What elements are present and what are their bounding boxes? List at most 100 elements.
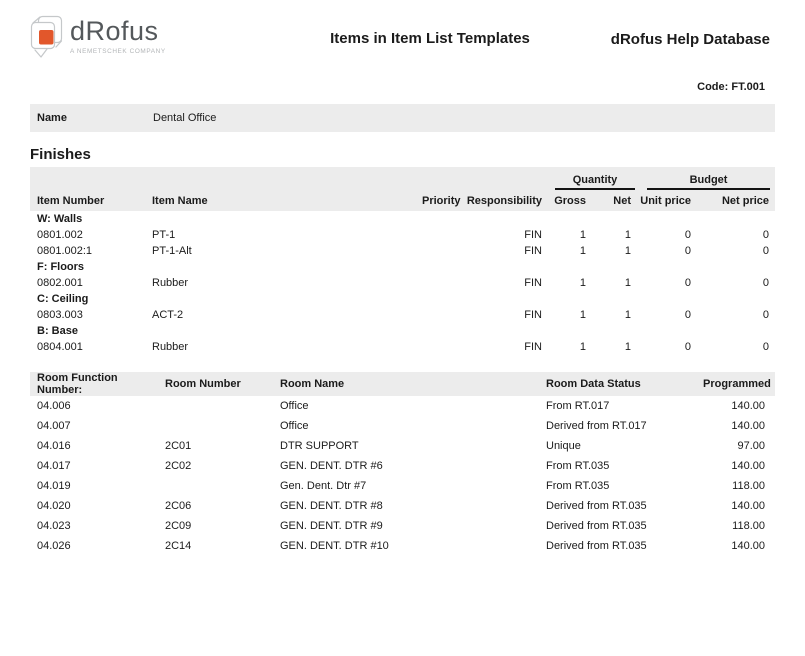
room-cell-stat: Derived from RT.017 <box>546 416 703 436</box>
finish-cell-resp: FIN <box>462 275 546 291</box>
room-cell-name: GEN. DENT. DTR #9 <box>280 516 546 536</box>
room-cell-stat: From RT.035 <box>546 456 703 476</box>
report-page: dRofus A NEMETSCHEK COMPANY Items in Ite… <box>0 0 805 656</box>
finish-cell-gross: 1 <box>546 275 592 291</box>
finish-cell-net: 1 <box>592 339 637 355</box>
finish-cell-netp: 0 <box>697 227 775 243</box>
finishes-table: Quantity Budget Item Number Item Name Pr… <box>30 167 775 355</box>
finishes-table-header: Quantity Budget Item Number Item Name Pr… <box>30 167 775 211</box>
quantity-group-header-cell: Quantity <box>546 167 637 190</box>
finish-group-label: C: Ceiling <box>30 291 775 307</box>
col-header-unit-price: Unit price <box>637 190 697 211</box>
finish-cell-unit: 0 <box>637 243 697 259</box>
finish-item-row: 0801.002:1PT-1-AltFIN1100 <box>30 243 775 259</box>
template-code: Code: FT.001 <box>697 81 765 93</box>
room-cell-prog: 140.00 <box>703 396 775 416</box>
finish-item-row: 0804.001RubberFIN1100 <box>30 339 775 355</box>
name-value: Dental Office <box>153 112 216 124</box>
room-cell-prog: 140.00 <box>703 456 775 476</box>
finish-cell-pri <box>422 307 462 323</box>
finish-cell-name: Rubber <box>152 275 422 291</box>
group-header-spacer <box>30 167 546 190</box>
room-cell-no: 2C14 <box>165 536 280 556</box>
room-cell-prog: 140.00 <box>703 416 775 436</box>
col-header-priority: Priority <box>422 190 462 211</box>
finish-cell-name: ACT-2 <box>152 307 422 323</box>
room-cell-name: Office <box>280 416 546 436</box>
col-header-room-function-number: Room Function Number: <box>30 372 165 396</box>
finish-cell-num: 0802.001 <box>30 275 152 291</box>
room-row: 04.0172C02GEN. DENT. DTR #6From RT.03514… <box>30 456 775 476</box>
finish-cell-num: 0801.002 <box>30 227 152 243</box>
col-header-responsibility: Responsibility <box>462 190 546 211</box>
room-cell-prog: 140.00 <box>703 496 775 516</box>
finish-group-row: C: Ceiling <box>30 291 775 307</box>
finish-item-row: 0802.001RubberFIN1100 <box>30 275 775 291</box>
room-cell-no <box>165 416 280 436</box>
room-cell-stat: Unique <box>546 436 703 456</box>
finish-cell-netp: 0 <box>697 307 775 323</box>
finish-cell-net: 1 <box>592 275 637 291</box>
room-cell-name: DTR SUPPORT <box>280 436 546 456</box>
col-header-net: Net <box>592 190 637 211</box>
finish-cell-name: PT-1 <box>152 227 422 243</box>
col-header-programmed: Programmed <box>703 372 775 396</box>
finish-item-row: 0801.002PT-1FIN1100 <box>30 227 775 243</box>
room-cell-name: GEN. DENT. DTR #6 <box>280 456 546 476</box>
database-name: dRofus Help Database <box>611 31 770 48</box>
finish-group-label: W: Walls <box>30 211 775 227</box>
section-title-finishes: Finishes <box>30 146 91 163</box>
finish-cell-gross: 1 <box>546 307 592 323</box>
room-cell-fn: 04.026 <box>30 536 165 556</box>
room-cell-stat: Derived from RT.035 <box>546 496 703 516</box>
room-row: 04.007OfficeDerived from RT.017140.00 <box>30 416 775 436</box>
room-cell-stat: From RT.035 <box>546 476 703 496</box>
finish-group-row: W: Walls <box>30 211 775 227</box>
col-header-room-number: Room Number <box>165 372 280 396</box>
finish-cell-pri <box>422 243 462 259</box>
quantity-group-header: Quantity <box>573 174 618 186</box>
finish-cell-resp: FIN <box>462 243 546 259</box>
room-cell-stat: Derived from RT.035 <box>546 516 703 536</box>
finish-cell-name: PT-1-Alt <box>152 243 422 259</box>
finish-cell-pri <box>422 275 462 291</box>
finish-cell-num: 0804.001 <box>30 339 152 355</box>
room-cell-fn: 04.019 <box>30 476 165 496</box>
room-row: 04.019Gen. Dent. Dtr #7From RT.035118.00 <box>30 476 775 496</box>
finish-cell-unit: 0 <box>637 227 697 243</box>
finish-cell-resp: FIN <box>462 339 546 355</box>
room-row: 04.006OfficeFrom RT.017140.00 <box>30 396 775 416</box>
room-table: Room Function Number: Room Number Room N… <box>30 372 775 556</box>
room-table-header: Room Function Number: Room Number Room N… <box>30 372 775 396</box>
room-cell-no: 2C02 <box>165 456 280 476</box>
room-cell-prog: 118.00 <box>703 516 775 536</box>
finish-group-row: F: Floors <box>30 259 775 275</box>
room-cell-no: 2C09 <box>165 516 280 536</box>
finish-cell-netp: 0 <box>697 243 775 259</box>
name-row: Name Dental Office <box>30 104 775 132</box>
group-header-row: Quantity Budget <box>30 167 775 190</box>
finish-cell-gross: 1 <box>546 243 592 259</box>
col-header-net-price: Net price <box>697 190 775 211</box>
room-cell-name: Gen. Dent. Dtr #7 <box>280 476 546 496</box>
room-row: 04.0262C14GEN. DENT. DTR #10Derived from… <box>30 536 775 556</box>
finish-cell-gross: 1 <box>546 339 592 355</box>
room-header-row: Room Function Number: Room Number Room N… <box>30 372 775 396</box>
room-row: 04.0232C09GEN. DENT. DTR #9Derived from … <box>30 516 775 536</box>
room-cell-no <box>165 476 280 496</box>
room-cell-no: 2C06 <box>165 496 280 516</box>
column-header-row: Item Number Item Name Priority Responsib… <box>30 190 775 211</box>
room-cell-fn: 04.006 <box>30 396 165 416</box>
name-label: Name <box>30 112 153 124</box>
room-cell-stat: From RT.017 <box>546 396 703 416</box>
budget-group-header: Budget <box>690 174 728 186</box>
room-cell-prog: 140.00 <box>703 536 775 556</box>
finish-cell-net: 1 <box>592 243 637 259</box>
col-header-item-number: Item Number <box>30 190 152 211</box>
finish-cell-resp: FIN <box>462 307 546 323</box>
finish-cell-name: Rubber <box>152 339 422 355</box>
finish-item-row: 0803.003ACT-2FIN1100 <box>30 307 775 323</box>
finish-cell-num: 0801.002:1 <box>30 243 152 259</box>
finish-cell-unit: 0 <box>637 307 697 323</box>
finish-cell-unit: 0 <box>637 339 697 355</box>
